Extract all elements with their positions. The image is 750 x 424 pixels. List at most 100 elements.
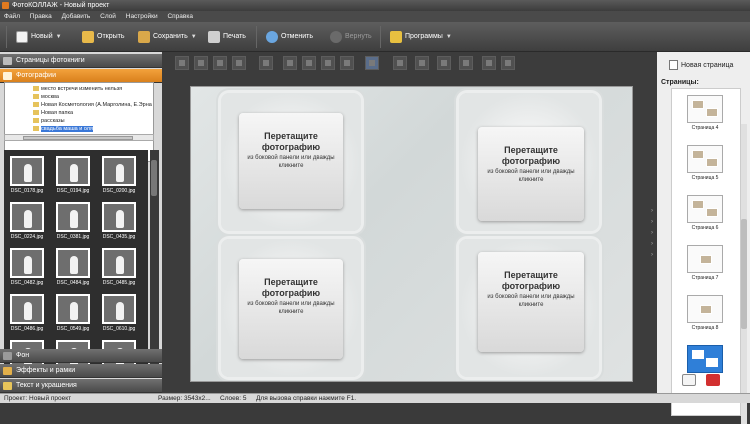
effects-tool-icon[interactable] bbox=[501, 56, 515, 70]
page-label: Страница 8 bbox=[691, 325, 719, 331]
photo-thumbnail[interactable]: DSC_0549.jpg bbox=[54, 292, 92, 336]
flip-horizontal-icon[interactable] bbox=[283, 56, 297, 70]
toolbar-separator bbox=[6, 26, 7, 48]
folder-icon bbox=[33, 86, 39, 91]
settings-icon[interactable] bbox=[482, 56, 496, 70]
save-label: Сохранить bbox=[153, 33, 188, 40]
tree-item[interactable]: место встречи изменить нельзя bbox=[5, 85, 153, 93]
send-back-icon[interactable] bbox=[232, 56, 246, 70]
placeholder-hint: из боковой панели или дважды кликните bbox=[487, 294, 575, 308]
folder-icon bbox=[33, 126, 39, 131]
tree-horizontal-scrollbar[interactable] bbox=[4, 134, 154, 141]
chevron-down-icon[interactable]: ▼ bbox=[56, 28, 62, 46]
text-header[interactable]: Текст и украшения bbox=[0, 379, 162, 393]
background-header[interactable]: Фон bbox=[0, 349, 162, 363]
open-button[interactable]: Открыть bbox=[82, 28, 125, 46]
photo-placeholder[interactable]: Перетащите фотографию из боковой панели … bbox=[239, 113, 343, 209]
right-panel: Новая страница Страницы: Страница 4 Стра… bbox=[657, 52, 750, 424]
tree-item[interactable]: москва bbox=[5, 93, 153, 101]
photo-thumbnail[interactable]: DSC_0200.jpg bbox=[100, 154, 138, 198]
page-preview bbox=[687, 245, 723, 273]
page-list[interactable]: Страница 4 Страница 5 Страница 6 Страниц… bbox=[671, 88, 741, 416]
triangle-icon[interactable] bbox=[321, 56, 335, 70]
send-backward-icon[interactable] bbox=[213, 56, 227, 70]
bring-forward-icon[interactable] bbox=[194, 56, 208, 70]
tree-item-selected[interactable]: свадьба маша и оля bbox=[5, 125, 153, 133]
tree-item[interactable]: рассказы bbox=[5, 117, 153, 125]
photos-header[interactable]: Фотографии bbox=[0, 69, 162, 83]
photo-thumbnail[interactable]: DSC_0381.jpg bbox=[54, 200, 92, 244]
align-bottom-icon[interactable] bbox=[340, 56, 354, 70]
menu-edit[interactable]: Правка bbox=[26, 11, 56, 22]
photo-thumbnail[interactable]: DSC_0610.jpg bbox=[100, 292, 138, 336]
tree-item[interactable]: Новая папка bbox=[5, 109, 153, 117]
scrollbar-thumb[interactable] bbox=[23, 136, 133, 140]
photo-thumbnail[interactable]: DSC_0194.jpg bbox=[54, 154, 92, 198]
page-thumbnail[interactable]: Страница 5 bbox=[680, 145, 730, 193]
open-label: Открыть bbox=[97, 33, 125, 40]
pages-label: Страницы: bbox=[661, 79, 699, 86]
bring-front-icon[interactable] bbox=[175, 56, 189, 70]
placeholder-title: Перетащите фотографию bbox=[261, 131, 321, 152]
chevron-down-icon[interactable]: ▼ bbox=[191, 28, 197, 46]
photo-image bbox=[102, 248, 136, 278]
crop-icon[interactable] bbox=[415, 56, 429, 70]
photo-thumbnail[interactable]: DSC_0224.jpg bbox=[8, 200, 46, 244]
page-thumbnail[interactable]: Страница 4 bbox=[680, 95, 730, 143]
page-preview bbox=[687, 345, 723, 373]
menu-layer[interactable]: Слой bbox=[96, 11, 120, 22]
photo-thumbnail-grid[interactable]: DSC_0178.jpg DSC_0194.jpg DSC_0200.jpg D… bbox=[4, 150, 148, 378]
menu-add[interactable]: Добавить bbox=[58, 11, 95, 22]
menu-help[interactable]: Справка bbox=[163, 11, 197, 22]
flip-vertical-icon[interactable] bbox=[302, 56, 316, 70]
background-label: Фон bbox=[16, 352, 30, 359]
new-file-icon bbox=[16, 31, 28, 43]
page-list-scrollbar[interactable] bbox=[741, 124, 747, 424]
undo-button[interactable]: Отменить bbox=[266, 28, 313, 46]
effects-header[interactable]: Эффекты и рамки bbox=[0, 364, 162, 378]
print-button[interactable]: Печать bbox=[208, 28, 246, 46]
photo-thumbnail[interactable]: DSC_0178.jpg bbox=[8, 154, 46, 198]
align-icon[interactable] bbox=[259, 56, 273, 70]
photo-image bbox=[10, 248, 44, 278]
photo-thumbnail[interactable]: DSC_0435.jpg bbox=[100, 200, 138, 244]
page-label: Страница 5 bbox=[691, 175, 719, 181]
thumbnails-vertical-scrollbar[interactable] bbox=[150, 150, 159, 378]
photo-thumbnail[interactable]: DSC_0482.jpg bbox=[8, 246, 46, 290]
redo-button[interactable]: Вернуть bbox=[330, 28, 372, 46]
menu-file[interactable]: Файл bbox=[0, 11, 24, 22]
toolbar-separator bbox=[380, 26, 381, 48]
photo-placeholder[interactable]: Перетащите фотографию из боковой панели … bbox=[478, 127, 584, 221]
window-title: ФотоКОЛЛАЖ - Новый проект bbox=[12, 2, 110, 9]
hand-icon[interactable] bbox=[437, 56, 451, 70]
photo-placeholder[interactable]: Перетащите фотографию из боковой панели … bbox=[239, 259, 343, 359]
new-page-button[interactable]: Новая страница bbox=[669, 60, 733, 70]
programs-button[interactable]: Программы ▼ bbox=[390, 28, 452, 46]
scrollbar-thumb[interactable] bbox=[741, 219, 747, 329]
photo-thumbnail[interactable]: DSC_0484.jpg bbox=[54, 246, 92, 290]
rotate-icon[interactable] bbox=[459, 56, 473, 70]
page-thumbnail[interactable]: Страница 8 bbox=[680, 295, 730, 343]
tree-item[interactable]: Новая Косметология (А.Марголина, Е.Эрна bbox=[5, 101, 153, 109]
duplicate-page-icon[interactable] bbox=[682, 374, 696, 386]
chevron-down-icon[interactable]: ▼ bbox=[446, 28, 452, 46]
page-thumbnail[interactable]: Страница 7 bbox=[680, 245, 730, 293]
scrollbar-thumb[interactable] bbox=[151, 160, 157, 196]
layout-icon[interactable] bbox=[365, 56, 379, 70]
delete-icon[interactable] bbox=[393, 56, 407, 70]
photo-image bbox=[102, 294, 136, 324]
new-button[interactable]: Новый ▼ bbox=[16, 28, 62, 46]
save-button[interactable]: Сохранить ▼ bbox=[138, 28, 197, 46]
photo-thumbnail[interactable]: DSC_0485.jpg bbox=[100, 246, 138, 290]
placeholder-hint: из боковой панели или дважды кликните bbox=[487, 169, 575, 183]
new-page-label: Новая страница bbox=[681, 61, 734, 69]
photo-image bbox=[56, 202, 90, 232]
photo-placeholder[interactable]: Перетащите фотографию из боковой панели … bbox=[478, 252, 584, 352]
delete-page-icon[interactable] bbox=[706, 374, 720, 386]
album-pages-header[interactable]: Страницы фотокниги bbox=[0, 54, 162, 68]
album-pages-label: Страницы фотокниги bbox=[16, 57, 85, 64]
menu-settings[interactable]: Настройки bbox=[122, 11, 162, 22]
page-thumbnail[interactable]: Страница 6 bbox=[680, 195, 730, 243]
collage-page[interactable]: Перетащите фотографию из боковой панели … bbox=[190, 86, 633, 382]
photo-thumbnail[interactable]: DSC_0486.jpg bbox=[8, 292, 46, 336]
